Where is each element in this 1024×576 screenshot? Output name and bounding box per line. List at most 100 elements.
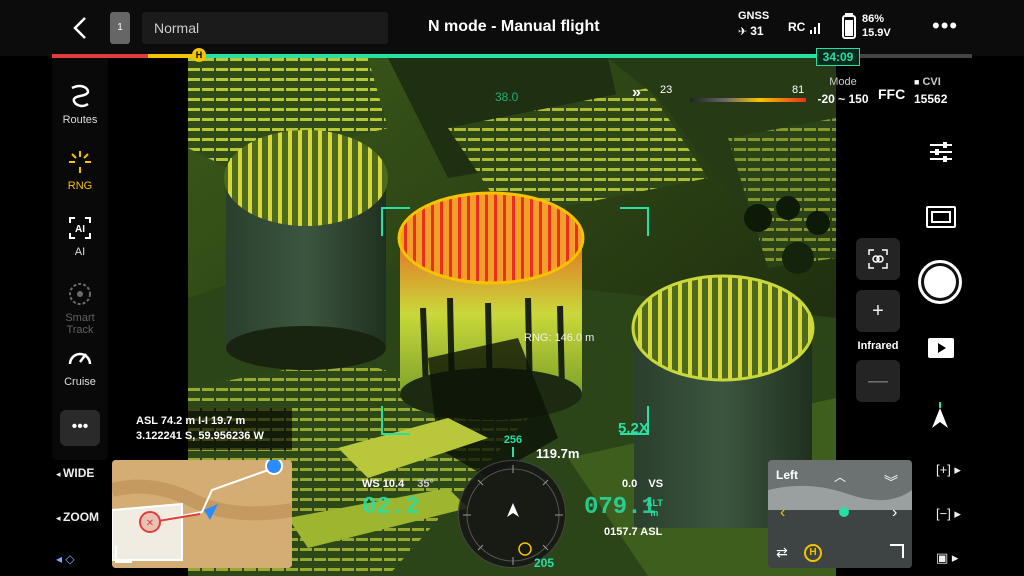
chevron-left-icon: ◂: [56, 513, 64, 523]
minus-icon: —: [868, 369, 888, 392]
cvi-label: CVI: [922, 76, 941, 88]
pip-left-icon[interactable]: ‹: [780, 504, 785, 522]
ai-label: AI: [74, 246, 86, 258]
play-icon: [938, 343, 946, 353]
pip-home-icon[interactable]: H: [804, 544, 822, 562]
vs-value: 0.0: [622, 478, 638, 490]
thermal-scale-max: 81: [792, 84, 805, 96]
collapse-panel-icon[interactable]: »: [632, 84, 641, 102]
rc-label: RC: [788, 20, 806, 34]
more-menu-button[interactable]: •••: [932, 15, 958, 37]
smart-track-label: Smart Track: [65, 312, 95, 336]
flight-mode-title: N mode - Manual flight: [428, 18, 600, 35]
photo-mode-button[interactable]: [926, 206, 956, 228]
mode-select[interactable]: Normal: [142, 12, 388, 44]
bottom-heading: 205: [534, 556, 555, 570]
pip-up-icon[interactable]: ︿: [834, 468, 846, 485]
ai-icon: AI: [69, 217, 91, 239]
zoom-frame: [381, 207, 649, 435]
smart-track-button[interactable]: Smart Track: [52, 280, 108, 336]
flight-time: 34:09: [822, 50, 854, 64]
routes-label: Routes: [62, 114, 98, 126]
pip-swap-icon[interactable]: ⇄: [776, 544, 788, 561]
wind-speed-value: WS 10.4: [362, 478, 405, 490]
heading-marker-icon: [512, 447, 514, 457]
pip-view[interactable]: Left ︿ ︾ ‹ › ⇄ H: [768, 460, 912, 568]
flight-time-box: 34:09: [816, 48, 860, 66]
camera-settings-button[interactable]: [928, 140, 954, 164]
vs-label: VS: [648, 478, 664, 490]
altitude-label-box: ALT m: [646, 498, 663, 518]
thermal-mode-box[interactable]: Mode -20 ~ 150: [812, 76, 874, 116]
speedometer-icon: [68, 352, 92, 365]
ev-minus-button[interactable]: [−] ▸: [936, 506, 961, 522]
chevron-left-icon: ◂: [56, 469, 64, 479]
rng-button[interactable]: RNG: [52, 148, 108, 192]
photo-mode-icon: [931, 211, 951, 223]
compass-dial: [463, 465, 563, 565]
zoom-in-button[interactable]: +: [856, 290, 900, 332]
diamond-icon: ◂ ◇: [56, 552, 75, 566]
zoom-lens-button[interactable]: ◂ ZOOM: [56, 510, 99, 524]
playback-button[interactable]: [928, 338, 954, 358]
gnss-label: GNSS: [738, 10, 770, 22]
ai-button[interactable]: AI AI: [52, 214, 108, 258]
remote-controller-icon: [265, 460, 283, 475]
link-icon: [868, 249, 888, 269]
routes-icon: [71, 84, 90, 108]
cruise-button[interactable]: Cruise: [52, 344, 108, 388]
battery-voltage: 15.9V: [862, 27, 891, 39]
pip-expand-icon[interactable]: [890, 544, 904, 558]
pip-target-icon: [839, 507, 849, 517]
lens-link-button[interactable]: [856, 238, 900, 280]
home-distance: 119.7m: [536, 446, 580, 461]
pip-right-icon[interactable]: ›: [892, 504, 897, 522]
cvi-value: 15562: [914, 92, 948, 106]
rc-signal[interactable]: RC: [788, 20, 823, 34]
alt-unit: m: [650, 508, 659, 518]
battery-icon: [842, 13, 856, 39]
heading-indicator: 256: [498, 434, 528, 457]
map-canvas: ✕: [112, 460, 292, 568]
thermal-range: -20 ~ 150: [817, 92, 869, 106]
shutter-icon: [924, 266, 956, 298]
thermal-mode-label: Mode: [829, 76, 857, 88]
zoom-out-button[interactable]: —: [856, 360, 900, 402]
battery-status[interactable]: 86% 15.9V: [842, 12, 891, 40]
navigation-arrow-icon: [932, 402, 948, 428]
lens-switch-button[interactable]: ◂ ◇: [56, 552, 75, 566]
shutter-button[interactable]: [918, 260, 962, 304]
gnss-status[interactable]: GNSS ✈ 31: [738, 10, 778, 38]
left-toolbar: Routes RNG AI AI Smart Track Cruise •••: [52, 58, 108, 460]
chevron-left-icon: [73, 17, 86, 39]
rng-label: RNG: [67, 180, 93, 192]
routes-button[interactable]: Routes: [52, 82, 108, 126]
vertical-speed: 0.0 VS: [622, 478, 663, 490]
svg-text:✕: ✕: [146, 518, 154, 529]
battery-percent: 86%: [862, 13, 885, 25]
back-button[interactable]: [68, 14, 92, 42]
ffc-button[interactable]: FFC: [878, 86, 905, 102]
lock-icon: ■: [914, 77, 920, 87]
ev-plus-button[interactable]: [+] ▸: [936, 462, 961, 478]
mini-map[interactable]: ✕: [112, 460, 292, 568]
rangefinder-icon: [69, 151, 91, 173]
aircraft-arrow-icon: [507, 503, 519, 517]
more-tools-button[interactable]: •••: [60, 410, 100, 446]
position-info-box: ASL 74.2 m I-I 19.7 m 3.122241 S, 59.956…: [112, 408, 292, 450]
pip-collapse-icon[interactable]: ︾: [884, 472, 898, 492]
gimbal-center-button[interactable]: [930, 402, 950, 430]
aircraft-indicator[interactable]: 1: [110, 12, 130, 44]
gnss-count: 31: [750, 24, 764, 38]
pip-toggle-button[interactable]: ▣ ▸: [936, 550, 958, 566]
zoom-label: ZOOM: [63, 510, 100, 524]
satellite-icon: ✈: [738, 25, 748, 38]
timeline-green-segment: [200, 54, 820, 58]
wide-label: WIDE: [63, 466, 95, 480]
cruise-label: Cruise: [64, 376, 96, 388]
thermal-color-scale[interactable]: [690, 98, 806, 102]
heading-value: 256: [503, 434, 523, 446]
coordinates: 3.122241 S, 59.956236 W: [136, 430, 264, 442]
top-status-bar: 1 Normal N mode - Manual flight GNSS ✈ 3…: [0, 0, 1024, 56]
wide-lens-button[interactable]: ◂ WIDE: [56, 466, 94, 480]
